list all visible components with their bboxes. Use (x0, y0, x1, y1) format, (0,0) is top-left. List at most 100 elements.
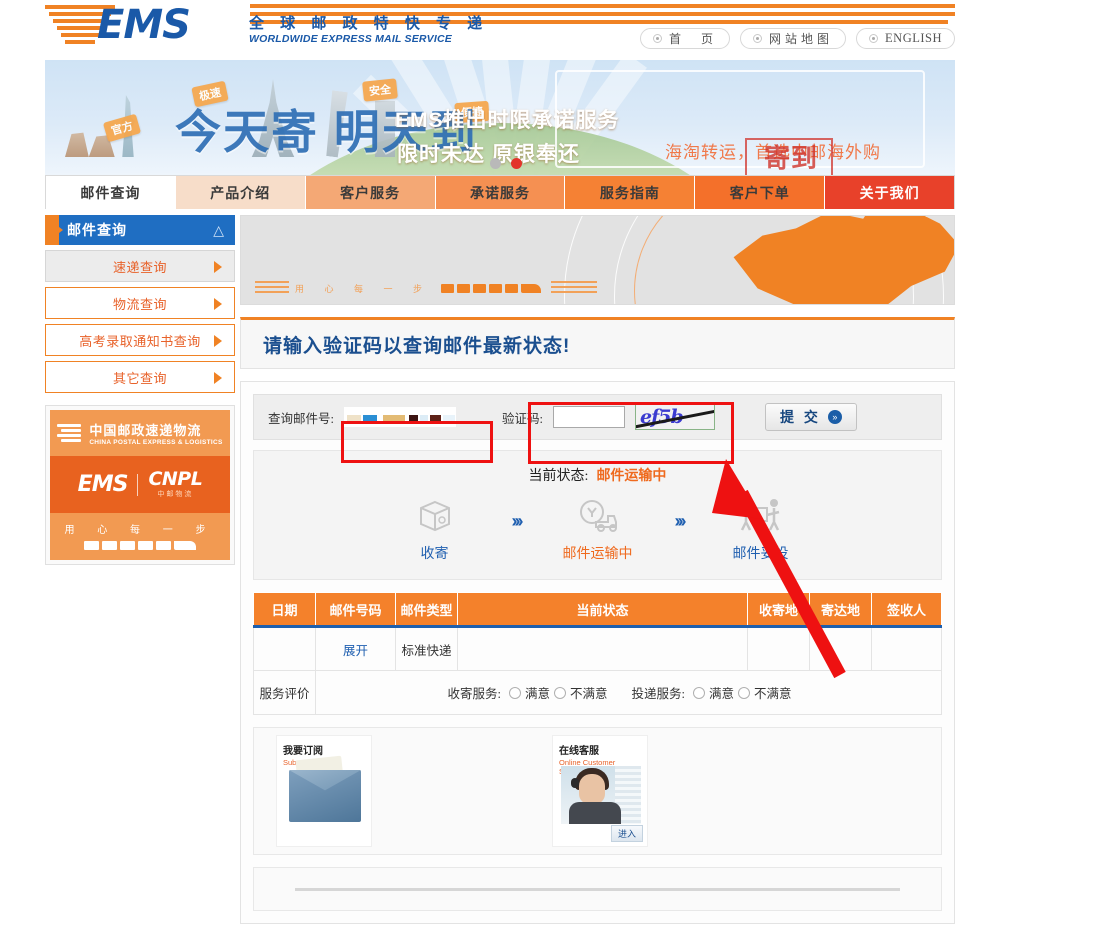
cell-to (809, 626, 872, 671)
tracking-number-label: 查询邮件号: (268, 411, 334, 426)
col-date: 日期 (253, 592, 316, 627)
logo-cn-text: 全 球 邮 政 特 快 专 递 (249, 15, 489, 32)
cnpl-brand-sub: 中邮物流 (157, 491, 194, 498)
nav-tab-guide[interactable]: 服务指南 (565, 176, 696, 209)
page-body: 邮件查询 △ 速递查询 物流查询 高考录取通知书查询 其它查询 中国邮政速递物流… (45, 209, 955, 924)
captcha-image[interactable]: ef5b (634, 404, 715, 430)
motorcycle-icon (457, 284, 471, 293)
col-mail-no: 邮件号码 (315, 592, 396, 627)
carousel-dot-1[interactable] (490, 158, 501, 169)
airplane-icon (174, 541, 196, 550)
radio-delivery-satisfied[interactable] (692, 686, 705, 699)
sidebar-item-admission-letter-query[interactable]: 高考录取通知书查询 (45, 324, 235, 356)
truck-icon (84, 541, 99, 550)
radio-delivery-unsatisfied[interactable] (738, 686, 750, 699)
logo-en-text: WORLDWIDE EXPRESS MAIL SERVICE (249, 33, 452, 45)
carousel-dot-2-active[interactable] (511, 158, 522, 169)
cell-date (253, 626, 316, 671)
rating-group-delivery: 投递服务: 满意 不满意 (632, 683, 792, 702)
status-step-received: 收寄 (380, 495, 490, 563)
sidebar-brand-promo[interactable]: 中国邮政速递物流 CHINA POSTAL EXPRESS & LOGISTIC… (45, 405, 235, 565)
promo-subscription-title: 我要订阅 (283, 746, 323, 757)
nav-tab-commitment[interactable]: 承诺服务 (435, 176, 566, 209)
train-icon (489, 284, 503, 293)
submit-button[interactable]: 提 交 » (764, 403, 857, 431)
carousel-dots[interactable] (490, 158, 522, 169)
parcel-box-icon (380, 495, 490, 537)
nav-tab-mail-query[interactable]: 邮件查询 (46, 176, 176, 209)
service-rating-row: 服务评价 收寄服务: 满意 不满意 投递服务: 满意 不满意 (253, 670, 942, 715)
cell-mail-no: 展开 (315, 626, 396, 671)
top-nav-english[interactable]: ENGLISH (856, 28, 955, 49)
van-icon (156, 541, 171, 550)
horizontal-rule (295, 887, 900, 891)
page-title-card: 请输入验证码以查询邮件最新状态! (240, 317, 955, 369)
table-header-row: 日期 邮件号码 邮件类型 当前状态 收寄地 寄达地 签收人 (253, 592, 942, 627)
top-nav-sitemap[interactable]: 网站地图 (740, 28, 847, 49)
table-row: 展开 标准快递 (253, 626, 942, 671)
current-status-value: 邮件运输中 (596, 469, 667, 484)
cell-receiver (871, 626, 942, 671)
promo-service-title: 在线客服 (559, 746, 599, 757)
sidebar-item-express-query[interactable]: 速递查询 (45, 250, 235, 282)
ems-wordmark: EMS (97, 2, 191, 48)
transport-icons (56, 541, 224, 550)
main-navigation: 邮件查询 产品介绍 客户服务 承诺服务 服务指南 客户下单 关于我们 (45, 175, 955, 209)
status-step-delivered: 邮件妥投 (705, 495, 815, 563)
envelope-icon (289, 770, 361, 822)
ems-brand-text: EMS (77, 472, 129, 497)
cnpl-brand-text: CNPL (148, 468, 203, 490)
delivery-truck-icon (543, 495, 653, 537)
handover-people-icon (705, 495, 815, 537)
top-nav-home[interactable]: 首 页 (640, 28, 731, 49)
tracking-number-input[interactable] (343, 407, 456, 427)
motorcycle-icon (102, 541, 117, 550)
nav-tab-products[interactable]: 产品介绍 (175, 176, 306, 209)
promo-online-service[interactable]: 在线客服 Online Customer Service 进入 (552, 735, 648, 847)
nav-tab-customer-svc[interactable]: 客户服务 (305, 176, 436, 209)
cell-status (457, 626, 748, 671)
top-nav-home-label: 首 页 (669, 32, 718, 46)
rating-label: 服务评价 (253, 670, 316, 715)
promo-banners: 我要订阅 Subscription 在线客服 Online Customer S… (253, 727, 942, 855)
rating-options: 收寄服务: 满意 不满意 投递服务: 满意 不满意 (315, 670, 942, 715)
site-logo[interactable]: EMS 全 球 邮 政 特 快 专 递 WORLDWIDE EXPRESS MA… (45, 2, 488, 50)
captcha-input[interactable] (552, 406, 625, 428)
sidebar-item-label: 其它查询 (112, 370, 167, 386)
page-root: EMS 全 球 邮 政 特 快 专 递 WORLDWIDE EXPRESS MA… (45, 0, 955, 924)
step-separator-1: ››› (511, 510, 524, 531)
captcha-label: 验证码: (501, 411, 543, 426)
triangle-right-icon (214, 372, 222, 384)
sidebar-item-label: 物流查询 (112, 296, 167, 312)
truck-icon (441, 284, 455, 293)
bottom-divider-box (253, 867, 942, 911)
radio-pickup-unsatisfied[interactable] (553, 686, 566, 699)
triangle-right-icon (214, 261, 222, 273)
col-status: 当前状态 (457, 592, 748, 627)
sidebar-item-other-query[interactable]: 其它查询 (45, 361, 235, 393)
nav-tab-about[interactable]: 关于我们 (825, 176, 955, 209)
status-step-label: 邮件妥投 (732, 547, 789, 562)
sidebar-item-logistics-query[interactable]: 物流查询 (45, 287, 235, 319)
chevron-up-icon[interactable]: △ (213, 222, 225, 239)
promo-subscription[interactable]: 我要订阅 Subscription (276, 735, 372, 847)
van-icon (505, 284, 519, 293)
main-content: 用 心 每 一 步 请输入验证码以查询邮件最新状态! 查询邮件号: 验证码: e… (240, 215, 955, 924)
sidebar-item-label: 高考录取通知书查询 (79, 333, 201, 349)
promo-service-enter-button[interactable]: 进入 (610, 825, 643, 842)
current-status-label: 当前状态: (528, 469, 589, 484)
logo-chinese-block: 全 球 邮 政 特 快 专 递 WORLDWIDE EXPRESS MAIL S… (249, 14, 488, 50)
sidebar-promo-slogan: 用 心 每 一 步 (50, 513, 230, 560)
sidebar: 邮件查询 △ 速递查询 物流查询 高考录取通知书查询 其它查询 中国邮政速递物流… (45, 215, 235, 924)
ems-logo-mark: EMS (45, 2, 235, 50)
top-nav-english-label: ENGLISH (885, 31, 942, 45)
nav-tab-order[interactable]: 客户下单 (695, 176, 826, 209)
strip-transport-icons (441, 284, 542, 293)
sidebar-header[interactable]: 邮件查询 △ (45, 215, 235, 245)
rating-group-pickup: 收寄服务: 满意 不满意 (447, 683, 608, 702)
expand-link[interactable]: 展开 (343, 644, 368, 658)
hero-banner[interactable]: 官方 极速 安全 便捷 今天寄 明天到 EMS推出时限承诺服务 限时未达 原银奉… (45, 60, 955, 175)
triangle-right-icon (214, 298, 222, 310)
col-mail-type: 邮件类型 (395, 592, 458, 627)
radio-pickup-satisfied[interactable] (508, 686, 521, 699)
